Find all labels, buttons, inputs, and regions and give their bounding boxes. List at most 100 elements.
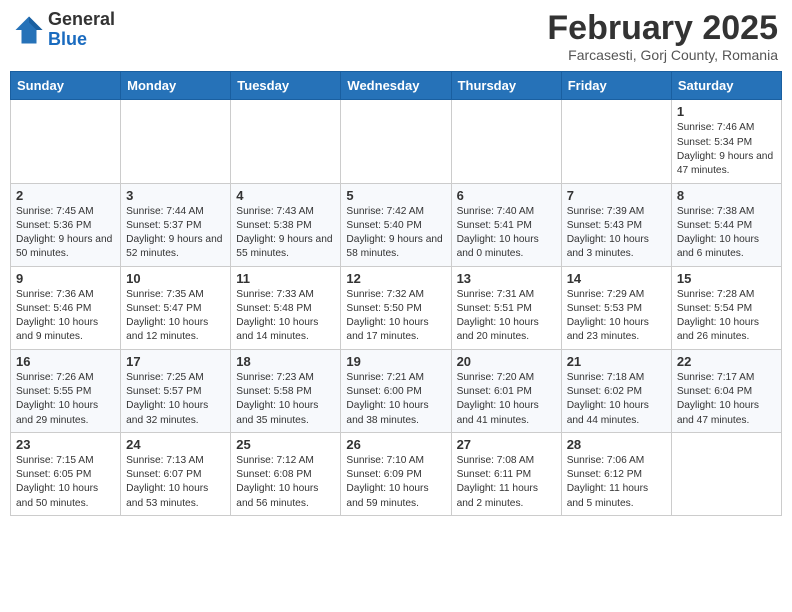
calendar-day-cell: 24 Sunrise: 7:13 AM Sunset: 6:07 PM Dayli…: [121, 432, 231, 515]
calendar-day-cell: 6 Sunrise: 7:40 AM Sunset: 5:41 PM Daylig…: [451, 183, 561, 266]
day-number: 18: [236, 354, 335, 369]
weekday-header-sunday: Sunday: [11, 72, 121, 100]
location-text: Farcasesti, Gorj County, Romania: [547, 47, 778, 63]
day-info-text: Sunrise: 7:45 AM Sunset: 5:36 PM Dayligh…: [16, 205, 115, 262]
calendar-day-cell: 5 Sunrise: 7:42 AM Sunset: 5:40 PM Daylig…: [341, 183, 451, 266]
day-info-text: Sunrise: 7:25 AM Sunset: 5:57 PM Dayligh…: [126, 371, 225, 428]
day-number: 24: [126, 437, 225, 452]
calendar-day-cell: 25 Sunrise: 7:12 AM Sunset: 6:08 PM Dayli…: [231, 432, 341, 515]
day-number: 17: [126, 354, 225, 369]
calendar-day-cell: 17 Sunrise: 7:25 AM Sunset: 5:57 PM Dayli…: [121, 349, 231, 432]
day-info-text: Sunrise: 7:17 AM Sunset: 6:04 PM Dayligh…: [677, 371, 776, 428]
day-info-text: Sunrise: 7:20 AM Sunset: 6:01 PM Dayligh…: [457, 371, 556, 428]
logo-general-text: General: [48, 10, 115, 30]
day-number: 2: [16, 188, 115, 203]
calendar-day-cell: 2 Sunrise: 7:45 AM Sunset: 5:36 PM Daylig…: [11, 183, 121, 266]
day-number: 8: [677, 188, 776, 203]
calendar-day-cell: [231, 100, 341, 183]
calendar-day-cell: 11Sunrise: 7:33 AM Sunset: 5:48 PM Dayli…: [231, 266, 341, 349]
day-info-text: Sunrise: 7:15 AM Sunset: 6:05 PM Dayligh…: [16, 454, 115, 511]
day-info-text: Sunrise: 7:26 AM Sunset: 5:55 PM Dayligh…: [16, 371, 115, 428]
calendar-day-cell: 8Sunrise: 7:38 AM Sunset: 5:44 PM Daylig…: [671, 183, 781, 266]
day-info-text: Sunrise: 7:33 AM Sunset: 5:48 PM Dayligh…: [236, 288, 335, 345]
weekday-header-row: SundayMondayTuesdayWednesdayThursdayFrid…: [11, 72, 782, 100]
title-block: February 2025 Farcasesti, Gorj County, R…: [547, 10, 778, 63]
logo-blue-text: Blue: [48, 30, 115, 50]
day-info-text: Sunrise: 7:39 AM Sunset: 5:43 PM Dayligh…: [567, 205, 666, 262]
day-number: 21: [567, 354, 666, 369]
day-number: 28: [567, 437, 666, 452]
calendar-day-cell: [671, 432, 781, 515]
day-number: 10: [126, 271, 225, 286]
calendar-week-row: 9 Sunrise: 7:36 AM Sunset: 5:46 PM Daylig…: [11, 266, 782, 349]
day-number: 5: [346, 188, 445, 203]
day-number: 19: [346, 354, 445, 369]
calendar-day-cell: [341, 100, 451, 183]
logo: General Blue: [14, 10, 115, 50]
calendar-day-cell: 9 Sunrise: 7:36 AM Sunset: 5:46 PM Daylig…: [11, 266, 121, 349]
weekday-header-friday: Friday: [561, 72, 671, 100]
calendar-day-cell: 4 Sunrise: 7:43 AM Sunset: 5:38 PM Daylig…: [231, 183, 341, 266]
calendar-day-cell: 19 Sunrise: 7:21 AM Sunset: 6:00 PM Dayli…: [341, 349, 451, 432]
day-info-text: Sunrise: 7:23 AM Sunset: 5:58 PM Dayligh…: [236, 371, 335, 428]
day-info-text: Sunrise: 7:40 AM Sunset: 5:41 PM Dayligh…: [457, 205, 556, 262]
day-info-text: Sunrise: 7:43 AM Sunset: 5:38 PM Dayligh…: [236, 205, 335, 262]
day-number: 4: [236, 188, 335, 203]
day-number: 20: [457, 354, 556, 369]
calendar-day-cell: 14 Sunrise: 7:29 AM Sunset: 5:53 PM Dayli…: [561, 266, 671, 349]
day-info-text: Sunrise: 7:13 AM Sunset: 6:07 PM Dayligh…: [126, 454, 225, 511]
day-number: 6: [457, 188, 556, 203]
calendar-day-cell: 21 Sunrise: 7:18 AM Sunset: 6:02 PM Dayli…: [561, 349, 671, 432]
day-info-text: Sunrise: 7:42 AM Sunset: 5:40 PM Dayligh…: [346, 205, 445, 262]
calendar-day-cell: 26Sunrise: 7:10 AM Sunset: 6:09 PM Dayli…: [341, 432, 451, 515]
weekday-header-thursday: Thursday: [451, 72, 561, 100]
calendar-day-cell: 10 Sunrise: 7:35 AM Sunset: 5:47 PM Dayli…: [121, 266, 231, 349]
calendar-day-cell: 22 Sunrise: 7:17 AM Sunset: 6:04 PM Dayli…: [671, 349, 781, 432]
day-info-text: Sunrise: 7:18 AM Sunset: 6:02 PM Dayligh…: [567, 371, 666, 428]
calendar-day-cell: 18 Sunrise: 7:23 AM Sunset: 5:58 PM Dayli…: [231, 349, 341, 432]
calendar-day-cell: [11, 100, 121, 183]
day-info-text: Sunrise: 7:10 AM Sunset: 6:09 PM Dayligh…: [346, 454, 445, 511]
calendar-day-cell: 12 Sunrise: 7:32 AM Sunset: 5:50 PM Dayli…: [341, 266, 451, 349]
calendar-day-cell: 7 Sunrise: 7:39 AM Sunset: 5:43 PM Daylig…: [561, 183, 671, 266]
calendar-day-cell: 3Sunrise: 7:44 AM Sunset: 5:37 PM Daylig…: [121, 183, 231, 266]
day-info-text: Sunrise: 7:29 AM Sunset: 5:53 PM Dayligh…: [567, 288, 666, 345]
day-number: 3: [126, 188, 225, 203]
day-number: 27: [457, 437, 556, 452]
day-info-text: Sunrise: 7:31 AM Sunset: 5:51 PM Dayligh…: [457, 288, 556, 345]
day-number: 22: [677, 354, 776, 369]
calendar-day-cell: [451, 100, 561, 183]
day-number: 25: [236, 437, 335, 452]
day-info-text: Sunrise: 7:35 AM Sunset: 5:47 PM Dayligh…: [126, 288, 225, 345]
weekday-header-tuesday: Tuesday: [231, 72, 341, 100]
calendar-table: SundayMondayTuesdayWednesdayThursdayFrid…: [10, 71, 782, 516]
day-info-text: Sunrise: 7:46 AM Sunset: 5:34 PM Dayligh…: [677, 121, 776, 178]
calendar-day-cell: 1 Sunrise: 7:46 AM Sunset: 5:34 PM Daylig…: [671, 100, 781, 183]
day-number: 9: [16, 271, 115, 286]
day-info-text: Sunrise: 7:32 AM Sunset: 5:50 PM Dayligh…: [346, 288, 445, 345]
calendar-week-row: 16 Sunrise: 7:26 AM Sunset: 5:55 PM Dayli…: [11, 349, 782, 432]
logo-text: General Blue: [48, 10, 115, 50]
day-number: 13: [457, 271, 556, 286]
calendar-day-cell: 20 Sunrise: 7:20 AM Sunset: 6:01 PM Dayli…: [451, 349, 561, 432]
calendar-day-cell: 27 Sunrise: 7:08 AM Sunset: 6:11 PM Dayli…: [451, 432, 561, 515]
day-info-text: Sunrise: 7:21 AM Sunset: 6:00 PM Dayligh…: [346, 371, 445, 428]
weekday-header-monday: Monday: [121, 72, 231, 100]
calendar-week-row: 23Sunrise: 7:15 AM Sunset: 6:05 PM Dayli…: [11, 432, 782, 515]
day-number: 16: [16, 354, 115, 369]
page-header: General Blue February 2025 Farcasesti, G…: [10, 10, 782, 63]
weekday-header-saturday: Saturday: [671, 72, 781, 100]
day-number: 14: [567, 271, 666, 286]
day-number: 12: [346, 271, 445, 286]
calendar-day-cell: 15Sunrise: 7:28 AM Sunset: 5:54 PM Dayli…: [671, 266, 781, 349]
weekday-header-wednesday: Wednesday: [341, 72, 451, 100]
calendar-day-cell: 16 Sunrise: 7:26 AM Sunset: 5:55 PM Dayli…: [11, 349, 121, 432]
day-number: 7: [567, 188, 666, 203]
day-info-text: Sunrise: 7:28 AM Sunset: 5:54 PM Dayligh…: [677, 288, 776, 345]
day-info-text: Sunrise: 7:36 AM Sunset: 5:46 PM Dayligh…: [16, 288, 115, 345]
day-number: 1: [677, 104, 776, 119]
day-info-text: Sunrise: 7:12 AM Sunset: 6:08 PM Dayligh…: [236, 454, 335, 511]
month-title: February 2025: [547, 10, 778, 47]
day-info-text: Sunrise: 7:08 AM Sunset: 6:11 PM Dayligh…: [457, 454, 556, 511]
calendar-day-cell: 13 Sunrise: 7:31 AM Sunset: 5:51 PM Dayli…: [451, 266, 561, 349]
